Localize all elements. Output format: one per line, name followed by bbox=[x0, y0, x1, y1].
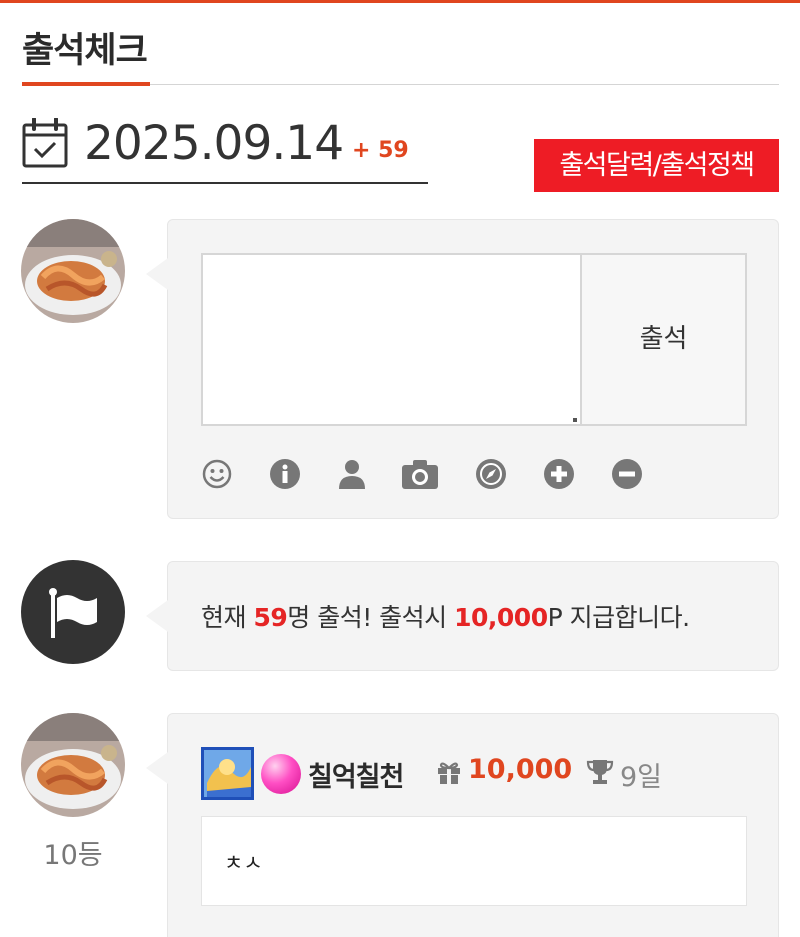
title-accent-underline bbox=[22, 82, 150, 86]
entry-comment-text: ㅊㅅ bbox=[224, 851, 263, 875]
reward-points: 10,000 bbox=[454, 603, 548, 632]
trophy-icon bbox=[586, 760, 614, 784]
attendance-info: 현재 59명 출석! 출석시 10,000P 지급합니다. bbox=[146, 561, 779, 671]
attendance-entry: 칠억칠천 10,000 9일 ㅊㅅ bbox=[146, 713, 779, 937]
top-accent-line bbox=[0, 0, 800, 3]
current-date: 2025.09.14 bbox=[84, 116, 344, 171]
bubble-tail bbox=[146, 258, 168, 290]
entry-comment: ㅊㅅ bbox=[201, 816, 747, 906]
gift-icon bbox=[438, 762, 460, 784]
compass-icon[interactable] bbox=[475, 458, 507, 490]
minus-icon[interactable] bbox=[611, 458, 643, 490]
smile-icon[interactable] bbox=[201, 458, 233, 490]
plus-icon[interactable] bbox=[543, 458, 575, 490]
level-badge-icon bbox=[201, 747, 254, 800]
entry-avatar[interactable] bbox=[21, 713, 125, 817]
attendance-count-badge: + 59 bbox=[352, 138, 409, 163]
page-title: 출석체크 bbox=[22, 31, 148, 71]
entry-days: 9일 bbox=[620, 762, 663, 793]
attendance-calendar-button[interactable]: 출석달력/출석정책 bbox=[534, 139, 779, 192]
calendar-check-icon bbox=[22, 118, 68, 168]
info-icon[interactable] bbox=[269, 458, 301, 490]
user-icon[interactable] bbox=[336, 458, 368, 490]
entry-rank: 10등 bbox=[43, 840, 103, 871]
entry-username[interactable]: 칠억칠천 bbox=[308, 755, 404, 794]
attend-submit-button[interactable]: 출석 bbox=[580, 253, 747, 426]
entry-points: 10,000 bbox=[468, 754, 573, 785]
bubble-tail bbox=[146, 752, 168, 784]
attendance-summary: 현재 59명 출석! 출석시 10,000P 지급합니다. bbox=[201, 603, 690, 632]
flag-icon bbox=[49, 588, 97, 638]
attendee-count: 59 bbox=[253, 603, 288, 632]
pink-orb-icon bbox=[261, 754, 301, 794]
flag-badge bbox=[21, 560, 125, 664]
attendance-form: 출석 bbox=[146, 219, 779, 519]
my-avatar bbox=[21, 219, 125, 323]
camera-icon[interactable] bbox=[401, 458, 439, 490]
resize-handle[interactable] bbox=[573, 418, 577, 422]
comment-input[interactable] bbox=[201, 253, 581, 426]
date-bar: 2025.09.14 + 59 bbox=[22, 116, 428, 184]
bubble-tail bbox=[146, 600, 168, 632]
